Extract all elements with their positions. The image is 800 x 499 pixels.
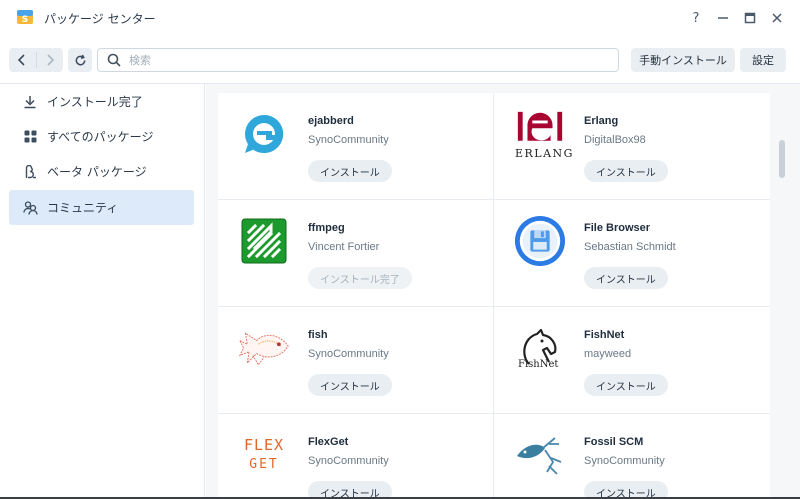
package-author: SynoCommunity [308,455,389,467]
sidebar-item-community[interactable]: コミュニティ [9,190,194,225]
sidebar-item-beta[interactable]: ベータ パッケージ [9,154,194,189]
search-icon [107,53,121,67]
sidebar: インストール完了 すべてのパッケージ ベータ パッケージ コミュニティ [0,84,205,499]
window-title: パッケージ センター [44,12,156,26]
title-bar: S パッケージ センター ? [0,0,800,36]
package-center-icon: S [15,7,35,27]
help-button[interactable]: ? [684,6,708,30]
package-card[interactable]: File Browser Sebastian Schmidt インストール [494,200,770,307]
sidebar-item-installed[interactable]: インストール完了 [9,84,194,119]
manual-install-button[interactable]: 手動インストール [631,48,735,72]
beta-icon [22,164,38,180]
scrollbar[interactable] [779,140,785,178]
install-button[interactable]: インストール [584,160,668,182]
back-button[interactable] [9,48,36,72]
package-name: File Browser [584,222,651,234]
package-author: mayweed [584,348,632,360]
sidebar-item-label: コミュニティ [47,201,119,215]
close-button[interactable] [765,6,789,30]
ejabberd-icon [238,108,290,160]
install-button[interactable]: インストール [308,160,392,182]
package-card[interactable]: FishNet FishNet mayweed インストール [494,307,770,414]
close-icon [772,13,782,23]
package-name: FishNet [584,329,625,341]
svg-text:S: S [22,15,28,25]
refresh-button[interactable] [68,48,92,72]
package-name: ffmpeg [308,222,345,234]
installed-button[interactable]: インストール完了 [308,267,412,289]
flexget-icon: FLEX GET [238,429,290,481]
minimize-icon [718,17,728,19]
settings-button[interactable]: 設定 [740,48,786,72]
install-button[interactable]: インストール [584,374,668,396]
maximize-icon [744,12,756,24]
package-name: ejabberd [308,115,354,127]
maximize-button[interactable] [738,6,762,30]
package-author: Sebastian Schmidt [584,241,676,253]
package-name: Fossil SCM [584,436,644,448]
package-card[interactable]: ejabberd SynoCommunity インストール [218,93,494,200]
package-list-area: ejabberd SynoCommunity インストール ERLANG Erl… [206,84,800,499]
refresh-icon [75,54,85,65]
minimize-button[interactable] [711,6,735,30]
install-button[interactable]: インストール [584,267,668,289]
fossil-scm-icon [514,429,566,481]
search-box [97,48,619,72]
package-author: DigitalBox98 [584,134,646,146]
package-card[interactable]: ffmpeg Vincent Fortier インストール完了 [218,200,494,307]
fish-icon [238,322,290,374]
install-button[interactable]: インストール [308,374,392,396]
fishnet-icon: FishNet [514,322,566,374]
package-card[interactable]: fish SynoCommunity インストール [218,307,494,414]
package-name: FlexGet [308,436,349,448]
chevron-right-icon [47,54,54,66]
erlang-icon: ERLANG [514,108,572,160]
package-name: Erlang [584,115,619,127]
package-name: fish [308,329,328,341]
chevron-left-icon [18,54,25,66]
flexget-logo-line-1: FLEX [243,436,285,454]
package-author: SynoCommunity [584,455,665,467]
package-author: SynoCommunity [308,348,389,360]
nav-group [9,48,63,72]
package-author: Vincent Fortier [308,241,380,253]
grid-icon [22,129,38,145]
sidebar-item-label: ベータ パッケージ [47,165,147,179]
search-input[interactable] [129,53,609,67]
sidebar-item-label: すべてのパッケージ [47,130,154,144]
sidebar-item-label: インストール完了 [47,95,143,109]
erlang-logo-text: ERLANG [515,147,574,160]
package-author: SynoCommunity [308,134,389,146]
forward-button[interactable] [37,48,64,72]
download-icon [22,94,38,110]
flexget-logo-line-2: GET [249,457,279,472]
ffmpeg-icon [238,215,290,267]
community-icon [22,200,38,216]
package-card[interactable]: ERLANG Erlang DigitalBox98 インストール [494,93,770,200]
fishnet-logo-text: FishNet [518,359,559,370]
package-card[interactable]: Fossil SCM SynoCommunity インストール [494,414,770,499]
sidebar-item-all-packages[interactable]: すべてのパッケージ [9,119,194,154]
toolbar: 手動インストール 設定 [0,36,800,84]
package-card[interactable]: FLEX GET FlexGet SynoCommunity インストール [218,414,494,499]
file-browser-icon [514,215,566,267]
